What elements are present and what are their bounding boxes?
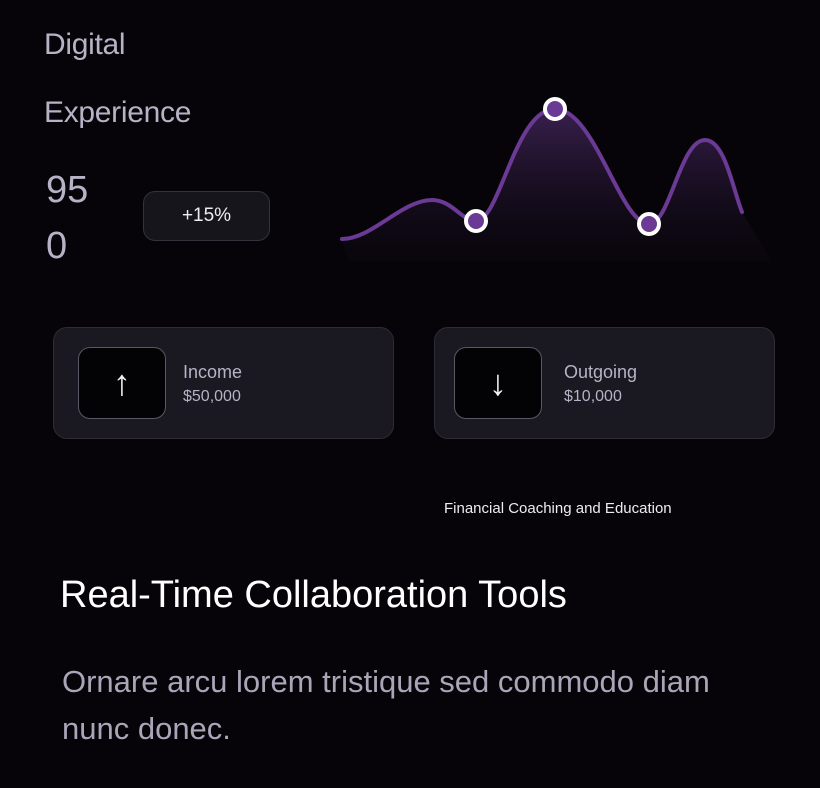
income-label: Income bbox=[183, 362, 243, 382]
chart-marker bbox=[543, 97, 567, 121]
change-badge: +15% bbox=[143, 191, 270, 241]
value-line-1: 95 bbox=[46, 169, 89, 211]
title-line-2: Experience bbox=[44, 96, 192, 129]
section-description: Ornare arcu lorem tristique sed commodo … bbox=[62, 664, 710, 746]
outgoing-value: $10,000 bbox=[564, 388, 622, 405]
section-headline: Real-Time Collaboration Tools bbox=[60, 574, 567, 616]
income-value: $50,000 bbox=[183, 388, 241, 405]
value-line-2: 0 bbox=[46, 225, 68, 267]
trend-chart bbox=[340, 97, 772, 262]
outgoing-card[interactable]: ↓ Outgoing $10,000 bbox=[434, 327, 775, 439]
chart-marker bbox=[637, 212, 661, 236]
chart-marker bbox=[464, 209, 488, 233]
caption: Financial Coaching and Education bbox=[444, 500, 672, 517]
income-card[interactable]: ↑ Income $50,000 bbox=[53, 327, 394, 439]
arrow-up-icon: ↑ bbox=[78, 347, 166, 419]
chart-area bbox=[342, 109, 772, 262]
outgoing-label: Outgoing bbox=[564, 362, 638, 382]
title-line-1: Digital bbox=[44, 28, 126, 61]
arrow-down-icon: ↓ bbox=[454, 347, 542, 419]
